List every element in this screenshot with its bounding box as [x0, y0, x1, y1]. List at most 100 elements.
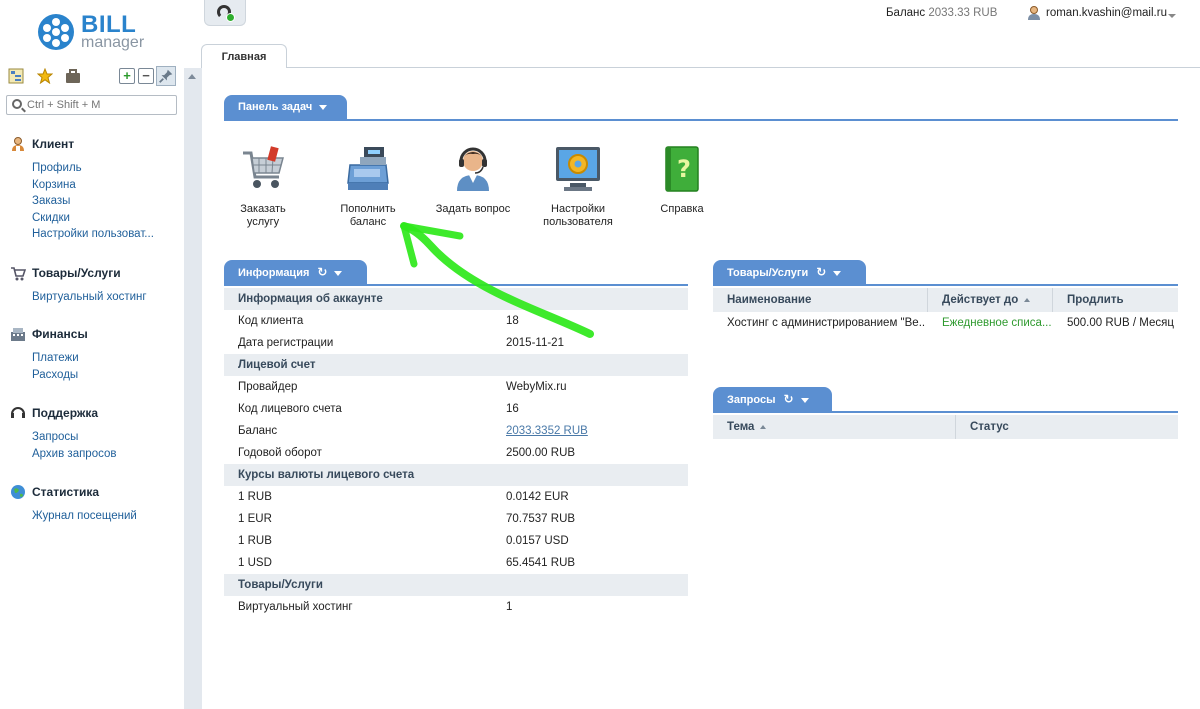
sidebar-scrollbar[interactable]: [184, 68, 202, 709]
balance-link[interactable]: 2033.3352 RUB: [506, 420, 588, 442]
sort-asc-icon: [760, 424, 767, 429]
nav-head-statistics-label: Статистика: [32, 485, 100, 499]
refresh-icon[interactable]: ↻: [816, 260, 826, 284]
cash-register-icon: [347, 147, 389, 190]
row-label: Годовой оборот: [238, 447, 322, 459]
requests-panel-header[interactable]: Запросы ↻: [713, 387, 832, 411]
table-row: 1 RUB 0.0157 USD: [224, 530, 688, 552]
nav-head-finance[interactable]: Финансы: [10, 326, 88, 342]
table-row: Баланс 2033.3352 RUB: [224, 420, 688, 442]
table-row: Код клиента 18: [224, 310, 688, 332]
globe-icon: [11, 485, 25, 499]
support-agent-icon: [457, 147, 489, 191]
nav-head-support[interactable]: Поддержка: [10, 405, 117, 421]
support-status-button[interactable]: [204, 0, 246, 26]
expand-all-icon[interactable]: +: [119, 68, 135, 84]
table-row: Код лицевого счета 16: [224, 398, 688, 420]
section-account-info: Информация об аккаунте: [224, 288, 688, 310]
row-label: Код лицевого счета: [238, 403, 342, 415]
refresh-icon[interactable]: ↻: [317, 260, 327, 284]
task-user-settings[interactable]: Настройки пользователя: [533, 145, 623, 229]
online-status-badge: [226, 13, 235, 22]
refresh-icon[interactable]: ↻: [783, 387, 793, 411]
info-panel-divider: [224, 284, 688, 286]
row-value: 2015-11-21: [506, 337, 564, 349]
sidebar: BILL manager + − Клиент Профиль: [0, 0, 184, 709]
task-order-service-line1: Заказать: [240, 203, 286, 215]
sidebar-item-requests[interactable]: Запросы: [10, 429, 117, 446]
row-value: 18: [506, 315, 519, 327]
tab-divider: [201, 67, 1200, 68]
column-status-label: Статус: [970, 421, 1009, 433]
table-row: Провайдер WebyMix.ru: [224, 376, 688, 398]
sidebar-item-payments[interactable]: Платежи: [10, 350, 88, 367]
briefcase-icon[interactable]: [65, 68, 81, 84]
services-panel-header[interactable]: Товары/Услуги ↻: [713, 260, 866, 284]
sidebar-item-profile[interactable]: Профиль: [10, 160, 154, 177]
sidebar-item-visit-log[interactable]: Журнал посещений: [10, 508, 137, 525]
pin-icon[interactable]: [156, 66, 176, 86]
nav-head-products[interactable]: Товары/Услуги: [10, 265, 147, 281]
chevron-down-icon[interactable]: [800, 397, 809, 403]
task-user-settings-line2: пользователя: [543, 216, 613, 228]
column-subject-label: Тема: [727, 421, 755, 433]
task-order-service[interactable]: Заказать услугу: [218, 145, 308, 229]
info-panel-header[interactable]: Информация ↻: [224, 260, 367, 284]
sidebar-item-expenses[interactable]: Расходы: [10, 367, 88, 384]
column-subject[interactable]: Тема: [713, 415, 956, 439]
search-input[interactable]: [27, 97, 172, 113]
task-top-up-balance-line1: Пополнить: [340, 203, 396, 215]
task-top-up-balance[interactable]: Пополнить баланс: [323, 145, 413, 229]
sidebar-item-orders[interactable]: Заказы: [10, 193, 154, 210]
task-ask-question[interactable]: Задать вопрос: [428, 145, 518, 216]
nav-head-statistics[interactable]: Статистика: [10, 484, 137, 500]
table-row: 1 EUR 70.7537 RUB: [224, 508, 688, 530]
search-box[interactable]: [6, 95, 177, 115]
nav-group-support: Поддержка Запросы Архив запросов: [10, 405, 117, 462]
scroll-up-icon[interactable]: [188, 74, 196, 79]
sidebar-item-requests-archive[interactable]: Архив запросов: [10, 446, 117, 463]
favorites-star-icon[interactable]: [37, 68, 53, 84]
search-icon: [12, 99, 22, 109]
balance-value: 2033.33 RUB: [928, 7, 998, 19]
tab-home[interactable]: Главная: [201, 44, 287, 68]
nav-group-statistics: Статистика Журнал посещений: [10, 484, 137, 525]
table-row[interactable]: Хостинг с администрированием "Ве... Ежед…: [713, 312, 1178, 334]
table-header: Наименование Действует до Продлить: [713, 288, 1178, 312]
sidebar-item-cart[interactable]: Корзина: [10, 177, 154, 194]
row-value: 1: [506, 601, 513, 613]
chevron-down-icon[interactable]: [334, 270, 343, 276]
column-status[interactable]: Статус: [956, 415, 1178, 439]
nav-head-client[interactable]: Клиент: [10, 136, 154, 152]
services-panel-divider: [713, 284, 1178, 286]
info-table: Информация об аккаунте Код клиента 18 Дат…: [224, 288, 688, 618]
column-valid-until-label: Действует до: [942, 294, 1019, 306]
task-panel-title: Панель задач: [238, 101, 313, 113]
billmanager-logo[interactable]: BILL manager: [36, 12, 156, 52]
column-renew[interactable]: Продлить: [1053, 288, 1178, 312]
task-panel-header[interactable]: Панель задач: [224, 95, 347, 119]
row-value: WebyMix.ru: [506, 381, 567, 393]
section-products-services: Товары/Услуги: [224, 574, 688, 596]
collapse-all-icon[interactable]: −: [138, 68, 154, 84]
task-help[interactable]: ? Справка: [637, 145, 727, 216]
table-row: Дата регистрации 2015-11-21: [224, 332, 688, 354]
service-renew-price: 500.00 RUB / Месяц: [1067, 317, 1174, 329]
nav-group-client: Клиент Профиль Корзина Заказы Скидки Нас…: [10, 136, 154, 243]
row-label: Провайдер: [238, 381, 298, 393]
sidebar-item-user-settings[interactable]: Настройки пользоват...: [10, 226, 154, 243]
chevron-down-icon[interactable]: [833, 270, 842, 276]
sidebar-item-virtual-hosting[interactable]: Виртуальный хостинг: [10, 289, 147, 306]
task-order-service-line2: услугу: [246, 216, 280, 228]
sidebar-toolbar: + −: [8, 66, 178, 86]
sidebar-item-discounts[interactable]: Скидки: [10, 210, 154, 227]
tree-view-icon[interactable]: [8, 68, 24, 84]
row-label: Виртуальный хостинг: [238, 601, 353, 613]
column-name[interactable]: Наименование: [713, 288, 928, 312]
task-help-line1: Справка: [660, 203, 704, 215]
nav-head-client-label: Клиент: [32, 137, 75, 151]
row-value: 16: [506, 403, 519, 415]
column-valid-until[interactable]: Действует до: [928, 288, 1053, 312]
service-name: Хостинг с администрированием "Ве...: [727, 317, 925, 329]
info-panel-title: Информация: [238, 267, 310, 279]
